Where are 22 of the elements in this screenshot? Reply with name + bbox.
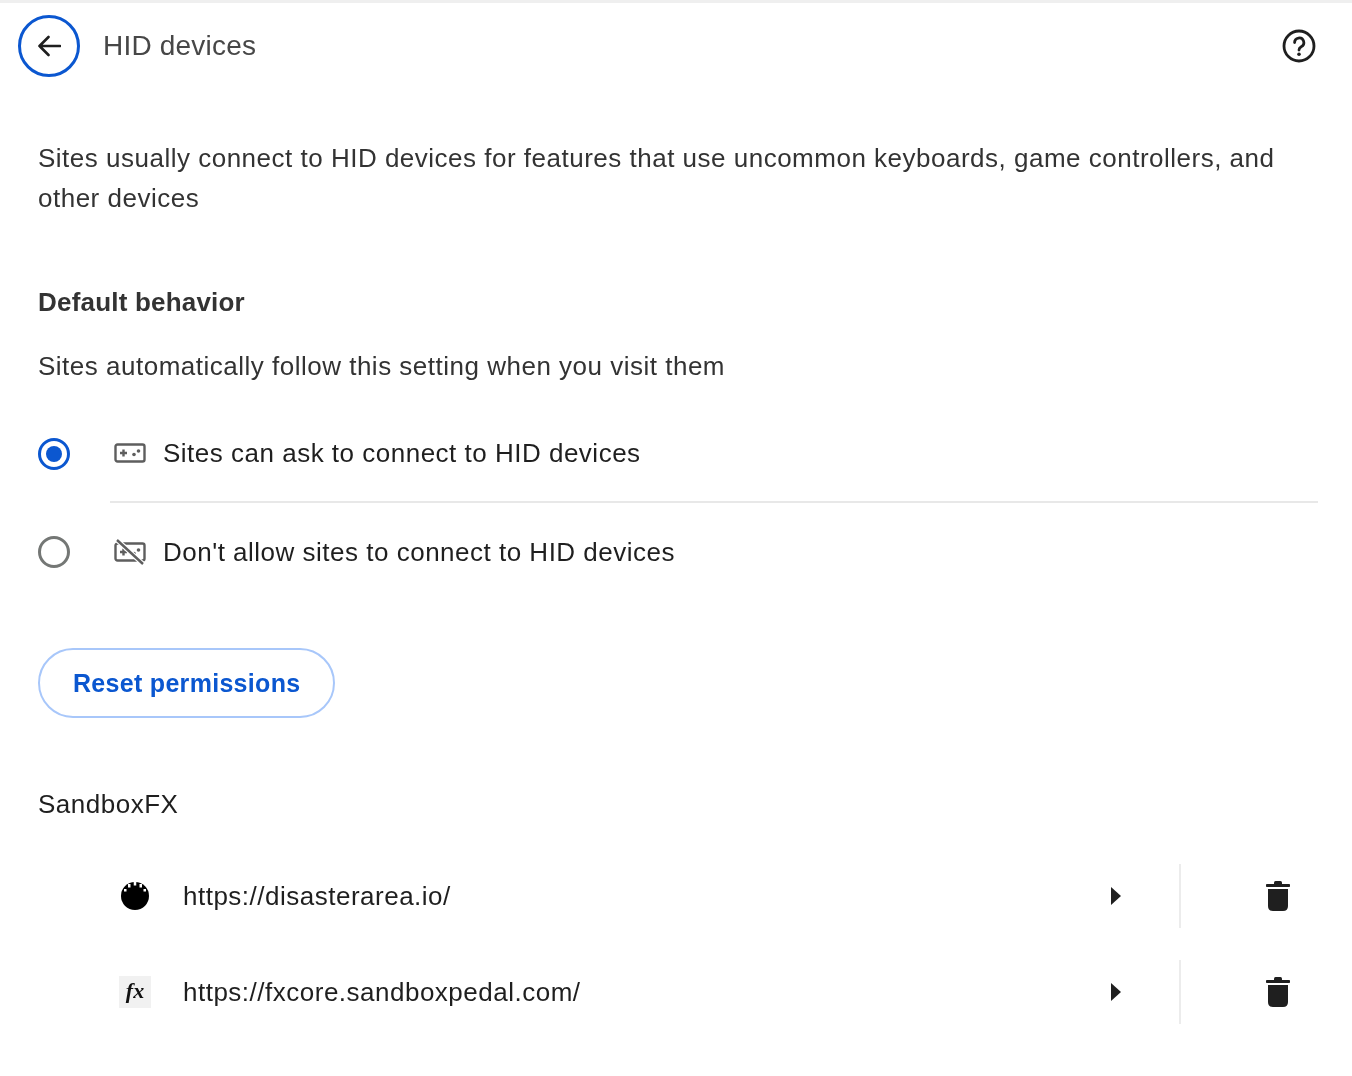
section-subtitle: Sites automatically follow this setting when you visit them [38,350,726,383]
radio-label[interactable]: Don't allow sites to connect to HID devices [163,532,676,572]
knob-icon [120,881,150,911]
caret-right-icon [1111,983,1121,1001]
site-link[interactable]: https://fxcore.sandboxpedal.com/ [183,972,581,1012]
gamepad-icon [114,441,146,465]
reset-permissions-button[interactable]: Reset permissions [38,648,336,718]
description-text: Sites usually connect to HID devices for features that use uncommon keyboards, game controllers, and other devices [38,142,1276,215]
site-link[interactable]: https://disasterarea.io/ [183,876,451,916]
trash-icon [1266,977,1290,1007]
back-arrow-icon [37,35,61,57]
trash-icon [1266,881,1290,911]
page-title: HID devices [103,29,257,63]
caret-right-icon [1111,887,1121,905]
gamepad-off-icon [114,539,146,565]
fx-favicon: fx [119,976,151,1008]
help-icon [1282,29,1316,63]
section-heading: Default behavior [38,286,246,319]
radio-button[interactable] [38,536,70,568]
group-name: SandboxFX [38,788,180,821]
radio-button[interactable] [38,438,70,470]
radio-label[interactable]: Sites can ask to connect to HID devices [163,433,641,473]
